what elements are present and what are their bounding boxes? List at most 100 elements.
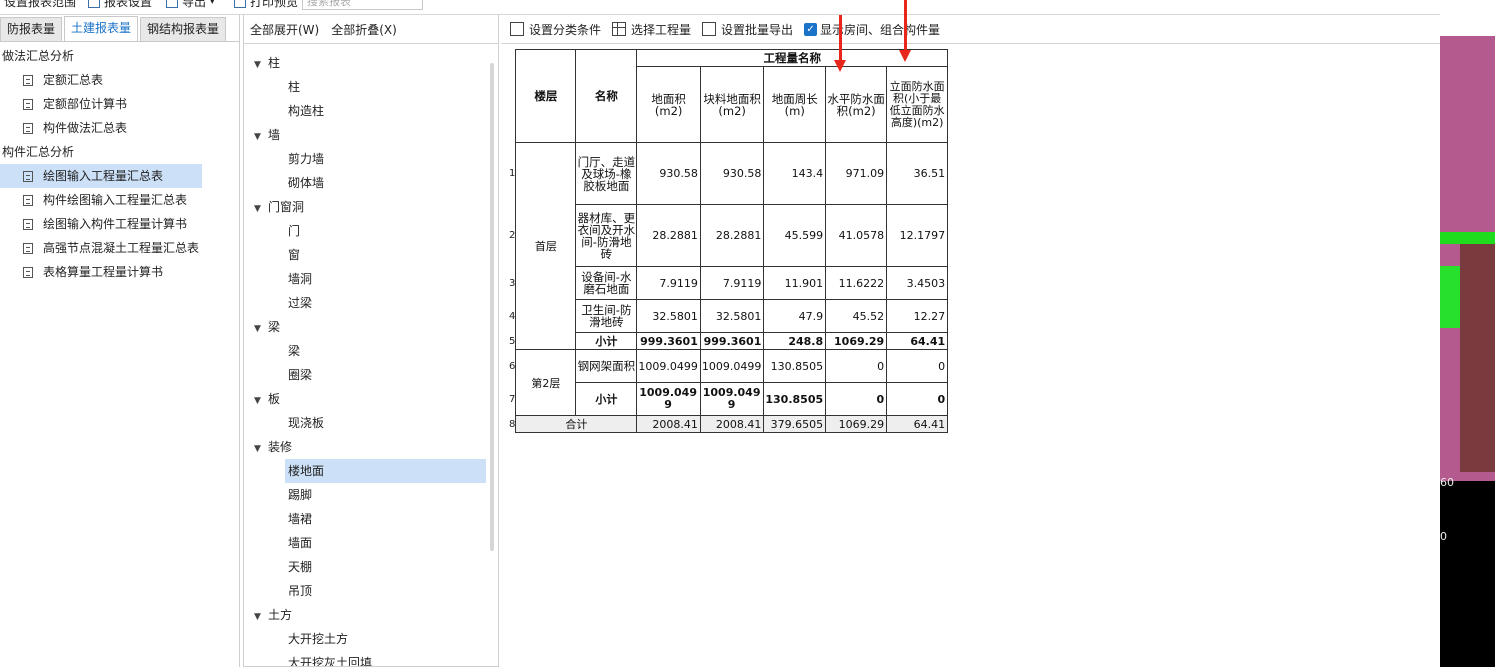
tree-item[interactable]: 吊顶: [244, 579, 498, 603]
checkbox-checked-icon: ✓: [804, 22, 818, 36]
report-item[interactable]: 定额汇总表: [0, 68, 239, 92]
tree-item[interactable]: 墙洞: [244, 267, 498, 291]
report-item[interactable]: 表格算量工程量计算书: [0, 260, 239, 284]
value-cell: 0: [886, 349, 949, 383]
tab-tujian-report[interactable]: 土建报表量: [64, 16, 139, 41]
annotation-arrow: [904, 0, 907, 52]
tree-item[interactable]: 墙裙: [244, 507, 498, 531]
value-cell: 1009.0499: [699, 349, 765, 383]
tree-category[interactable]: ▼ 柱: [244, 51, 498, 75]
select-quantity-label: 选择工程量: [631, 22, 692, 37]
value-cell: 41.0578: [825, 204, 888, 267]
category-settings-icon: [510, 22, 524, 36]
expand-all-button[interactable]: 全部展开(W): [250, 21, 319, 38]
export-label: 导出: [182, 0, 207, 9]
document-icon: [23, 170, 33, 182]
tab-fangshui-report[interactable]: 防报表量: [0, 17, 63, 41]
value-cell: 930.58: [699, 142, 765, 205]
tree-category[interactable]: ▼ 墙: [244, 123, 498, 147]
value-cell: 930.58: [636, 142, 701, 205]
report-item[interactable]: 绘图输入构件工程量计算书: [0, 212, 239, 236]
caret-down-icon: ▼: [254, 612, 261, 622]
tree-item[interactable]: 墙面: [244, 531, 498, 555]
tree-item[interactable]: 构造柱: [244, 99, 498, 123]
print-preview-button[interactable]: 打印预览: [234, 0, 298, 10]
value-cell: 7.9119: [636, 266, 701, 300]
report-tabs: 防报表量 土建报表量 钢结构报表量: [0, 15, 239, 42]
3d-viewport[interactable]: 60 0: [1440, 0, 1495, 667]
set-category-button[interactable]: 设置分类条件: [510, 21, 601, 38]
tree-item[interactable]: 剪力墙: [244, 147, 498, 171]
header-col-4: 水平防水面积(m2): [825, 66, 888, 143]
total-value: 379.6505: [763, 415, 827, 433]
tree-category-label: 梁: [268, 320, 281, 334]
name-cell: 钢网架面积: [575, 349, 638, 383]
tree-item[interactable]: 天棚: [244, 555, 498, 579]
tree-item[interactable]: 现浇板: [244, 411, 498, 435]
batch-export-label: 设置批量导出: [721, 22, 794, 37]
report-item-label: 绘图输入工程量汇总表: [43, 169, 164, 183]
report-settings-button[interactable]: 报表设置: [88, 0, 152, 10]
value-cell: 130.8505: [763, 349, 827, 383]
tree-toolbar: 全部展开(W) 全部折叠(X): [244, 15, 498, 44]
row-number: 8: [509, 418, 516, 430]
name-cell: 器材库、更衣间及开水间-防滑地砖: [575, 204, 638, 267]
export-settings-icon: [702, 22, 717, 36]
name-cell: 门厅、走道及球场-橡胶板地面: [575, 142, 638, 205]
value-cell: 3.4503: [886, 266, 949, 300]
tab-steel-report[interactable]: 钢结构报表量: [140, 17, 227, 41]
tree-item[interactable]: 踢脚: [244, 483, 498, 507]
tree-category[interactable]: ▼ 装修: [244, 435, 498, 459]
tree-category[interactable]: ▼ 土方: [244, 603, 498, 627]
row-number: 2: [509, 230, 516, 241]
tree-item[interactable]: 大开挖土方: [244, 627, 498, 651]
arrowhead-icon: [899, 50, 911, 62]
select-quantity-button[interactable]: 选择工程量: [612, 21, 691, 38]
tree-category[interactable]: ▼ 门窗洞: [244, 195, 498, 219]
tree-item[interactable]: 过梁: [244, 291, 498, 315]
tree-category[interactable]: ▼ 板: [244, 387, 498, 411]
report-item[interactable]: 构件做法汇总表: [0, 116, 239, 140]
subtotal-value: 130.8505: [763, 382, 827, 416]
report-item[interactable]: 高强节点混凝土工程量汇总表: [0, 236, 239, 260]
tree-scrollbar[interactable]: [490, 63, 494, 551]
report-item[interactable]: 构件绘图输入工程量汇总表: [0, 188, 239, 212]
tree-item[interactable]: 大开挖灰土回填: [244, 651, 498, 666]
tree-item[interactable]: 梁: [244, 339, 498, 363]
search-input[interactable]: 搜索报表: [302, 0, 423, 10]
row-number: 1: [509, 168, 516, 179]
report-item[interactable]: 定额部位计算书: [0, 92, 239, 116]
viewport-header: [1440, 0, 1495, 36]
tree-item[interactable]: 窗: [244, 243, 498, 267]
model-column: [1440, 266, 1460, 328]
report-item-selected[interactable]: 绘图输入工程量汇总表: [0, 164, 202, 188]
tree-item[interactable]: 圈梁: [244, 363, 498, 387]
show-rooms-checkbox[interactable]: ✓ 显示房间、组合构件量: [804, 21, 940, 38]
export-button[interactable]: 导出 ▾: [166, 0, 215, 10]
set-category-label: 设置分类条件: [529, 22, 602, 37]
tree-item[interactable]: 砌体墙: [244, 171, 498, 195]
caret-down-icon: ▼: [254, 132, 261, 142]
batch-export-button[interactable]: 设置批量导出: [702, 21, 793, 38]
grid-icon: [612, 22, 627, 36]
caret-down-icon: ▼: [254, 324, 261, 334]
report-range-label: 设置报表范围: [4, 0, 77, 9]
total-value: 2008.41: [636, 415, 701, 433]
collapse-all-button[interactable]: 全部折叠(X): [331, 21, 397, 38]
floor-cell: 首层: [515, 142, 577, 350]
header-col-5: 立面防水面积(小于最低立面防水高度)(m2): [886, 66, 949, 143]
document-icon: [23, 122, 33, 134]
tree-item[interactable]: 柱: [244, 75, 498, 99]
export-icon: [166, 0, 178, 8]
report-view-pane: 设置分类条件 选择工程量 设置批量导出 ✓ 显示房间、组合构件量 楼层 名称 工程…: [501, 0, 1440, 667]
value-cell: 36.51: [886, 142, 949, 205]
arrowhead-icon: [834, 60, 846, 72]
value-cell: 7.9119: [699, 266, 765, 300]
caret-down-icon: ▼: [254, 60, 261, 70]
value-cell: 12.1797: [886, 204, 949, 267]
report-range-button[interactable]: 设置报表范围: [4, 0, 76, 10]
tree-item-selected[interactable]: 楼地面: [285, 459, 486, 483]
report-item-label: 高强节点混凝土工程量汇总表: [43, 241, 200, 255]
tree-category[interactable]: ▼ 梁: [244, 315, 498, 339]
tree-item[interactable]: 门: [244, 219, 498, 243]
